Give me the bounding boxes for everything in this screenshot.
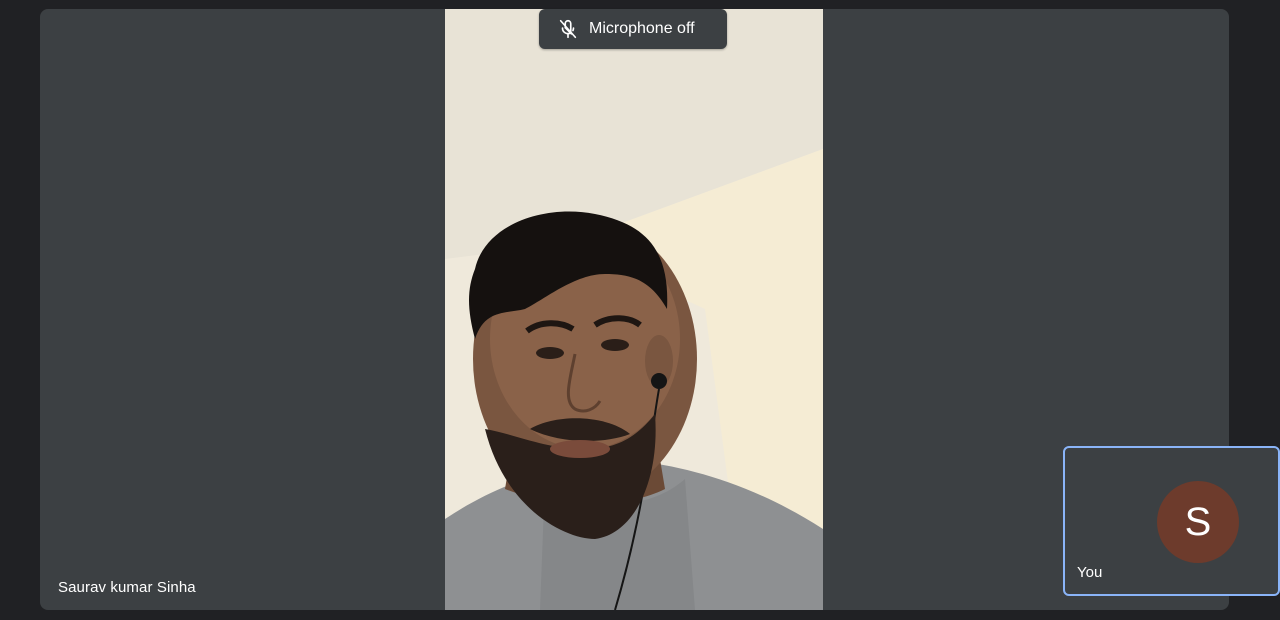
avatar: S	[1157, 481, 1239, 563]
self-view-tile[interactable]: S You	[1063, 446, 1280, 596]
microphone-status-label: Microphone off	[589, 20, 695, 37]
main-participant-tile[interactable]: Saurav kumar Sinha	[40, 9, 1229, 610]
participant-video-feed	[445, 9, 823, 610]
microphone-off-indicator: Microphone off	[539, 9, 727, 49]
participant-video-frame	[445, 9, 823, 610]
microphone-off-icon	[557, 18, 579, 40]
participant-name-label: Saurav kumar Sinha	[58, 579, 196, 596]
meeting-stage: Saurav kumar Sinha Microphone off S You	[0, 0, 1280, 620]
self-view-label: You	[1077, 564, 1103, 581]
